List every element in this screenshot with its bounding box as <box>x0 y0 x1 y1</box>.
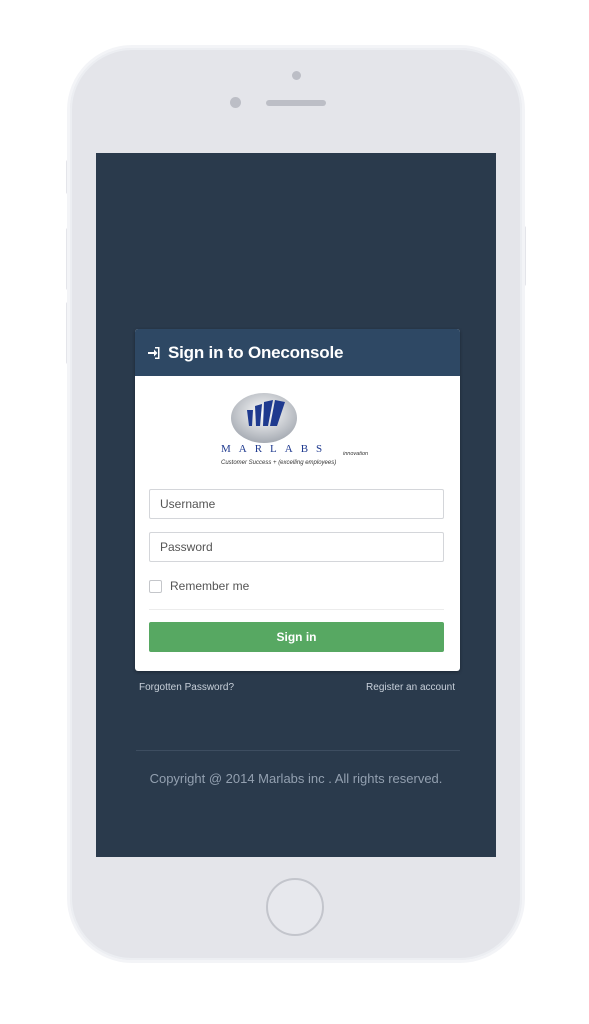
remember-checkbox[interactable] <box>149 579 162 593</box>
app-screen: Sign in to Oneconsole MARLABS innovation… <box>96 153 496 857</box>
password-placeholder: Password <box>160 540 213 554</box>
password-input[interactable]: Password <box>149 532 444 562</box>
remember-label: Remember me <box>170 579 250 593</box>
username-input[interactable]: Username <box>149 489 444 519</box>
footer-divider <box>136 750 460 751</box>
username-placeholder: Username <box>160 497 216 511</box>
login-title: Sign in to Oneconsole <box>168 342 344 362</box>
marlabs-logo: MARLABS innovation Customer Success + (e… <box>135 376 460 484</box>
home-button[interactable] <box>266 878 324 936</box>
sensor-icon <box>230 97 241 108</box>
sign-in-button[interactable]: Sign in <box>149 622 444 652</box>
logo-tagline: Customer Success + (excelling employees) <box>221 460 337 466</box>
sign-in-button-label: Sign in <box>276 630 317 644</box>
divider <box>149 609 444 610</box>
register-link[interactable]: Register an account <box>366 682 455 693</box>
sign-in-icon <box>147 346 161 360</box>
camera-icon <box>292 71 301 80</box>
logo-wordmark: MARLABS <box>221 443 331 455</box>
logo-innovation: innovation <box>343 451 369 457</box>
login-header: Sign in to Oneconsole <box>135 329 460 376</box>
login-panel: Sign in to Oneconsole MARLABS innovation… <box>135 329 460 671</box>
copyright-text: Copyright @ 2014 Marlabs inc . All right… <box>149 771 443 786</box>
forgot-password-link[interactable]: Forgotten Password? <box>139 682 234 693</box>
speaker-grille <box>266 100 326 106</box>
remember-me[interactable]: Remember me <box>149 579 249 593</box>
